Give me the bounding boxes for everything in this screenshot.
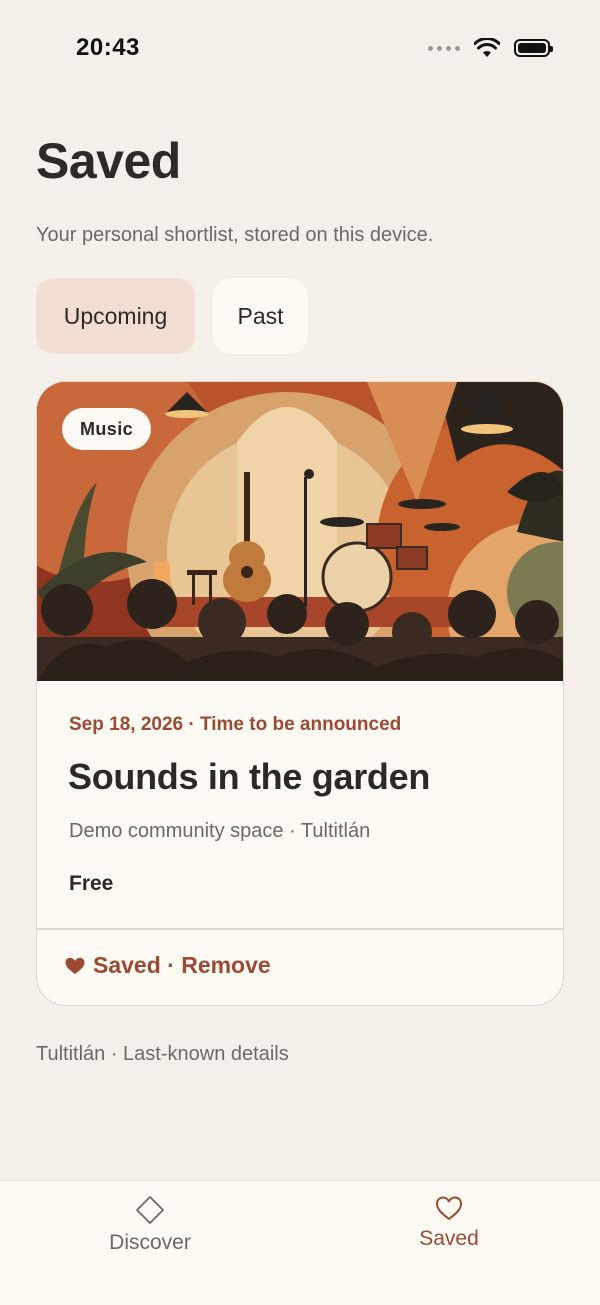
wifi-icon [474, 38, 500, 57]
status-icons [428, 38, 553, 58]
nav-saved[interactable]: Saved [349, 1195, 549, 1251]
event-image: Music [37, 382, 563, 681]
event-date-time: Sep 18, 2026 · Time to be announced [69, 714, 402, 735]
heart-filled-icon [65, 957, 85, 974]
remove-saved-button[interactable]: Saved · Remove [65, 952, 271, 979]
event-venue: Demo community space · Tultitlán [69, 820, 371, 842]
bottom-nav: Discover Saved [0, 1180, 600, 1305]
category-badge: Music [62, 408, 152, 450]
diamond-icon [136, 1196, 164, 1224]
footer-note: Tultitlán · Last-known details [36, 1043, 289, 1065]
nav-saved-label: Saved [419, 1227, 479, 1250]
page-subtitle: Your personal shortlist, stored on this … [36, 224, 434, 246]
event-price: Free [69, 872, 114, 895]
nav-discover-label: Discover [109, 1231, 191, 1254]
heart-icon [436, 1196, 462, 1220]
status-time: 20:43 [76, 34, 140, 61]
battery-icon [514, 39, 553, 57]
nav-discover[interactable]: Discover [50, 1195, 250, 1255]
saved-remove-label: Saved · Remove [93, 952, 271, 978]
tab-past[interactable]: Past [213, 278, 308, 354]
status-bar: 20:43 [0, 0, 600, 96]
filter-tabs: Upcoming Past [36, 278, 308, 354]
event-card[interactable]: Music Sep 18, 2026 · Time to be announce… [36, 381, 564, 1006]
tab-upcoming[interactable]: Upcoming [36, 278, 195, 354]
page-title: Saved [36, 133, 181, 189]
cellular-signal-icon [428, 45, 460, 51]
card-divider [37, 928, 563, 930]
event-title: Sounds in the garden [68, 756, 431, 797]
